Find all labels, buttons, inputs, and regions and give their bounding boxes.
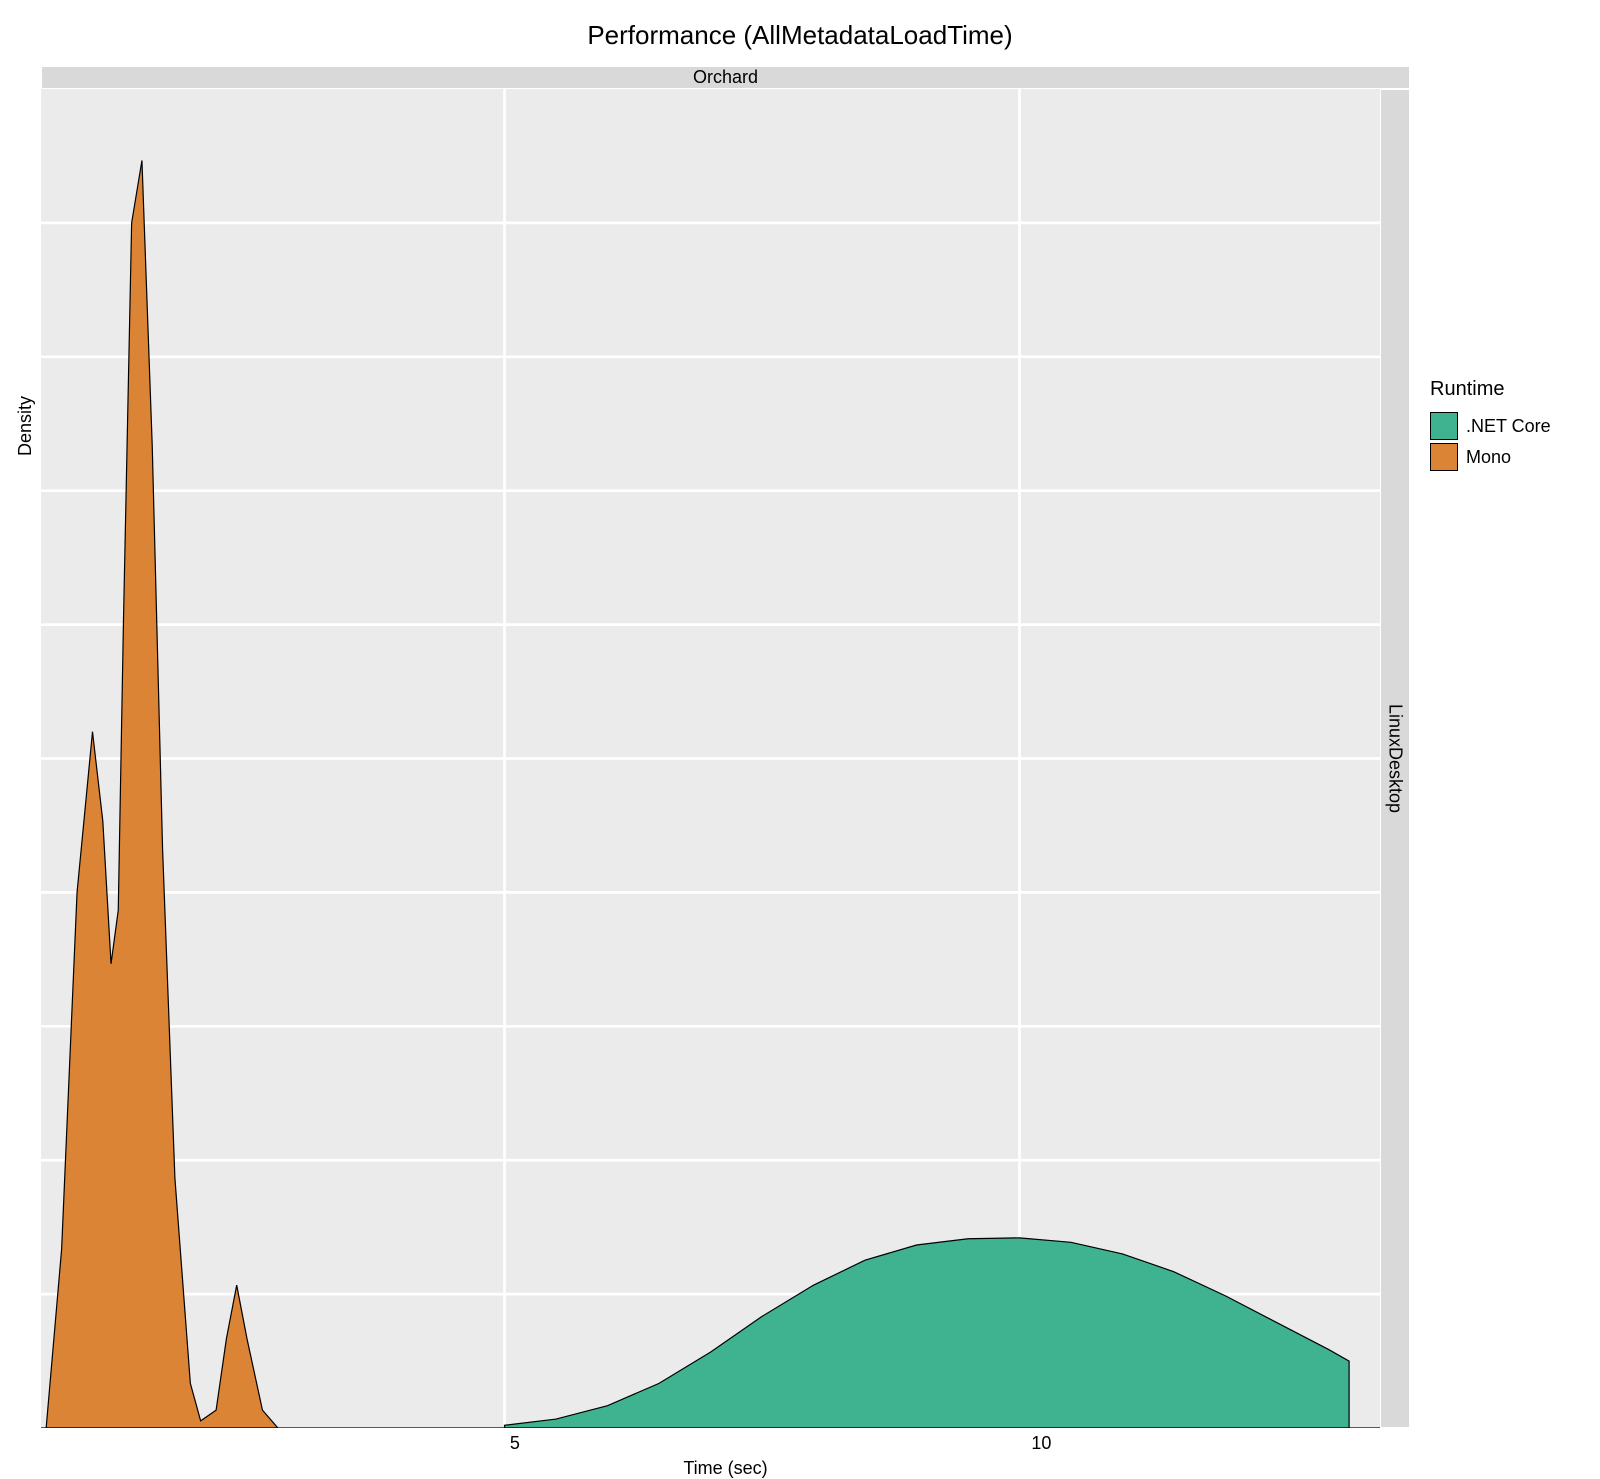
legend-items: .NET Core Mono bbox=[1430, 409, 1590, 474]
legend-title: Runtime bbox=[1430, 378, 1590, 401]
facet-row-strip: LinuxDesktop bbox=[1380, 89, 1410, 1428]
legend-item: Mono bbox=[1430, 443, 1590, 471]
density-mono bbox=[46, 160, 278, 1428]
plot-column: Orchard LinuxDesktop 510 Time (sec) bbox=[41, 66, 1410, 866]
x-tick: 5 bbox=[510, 1433, 520, 1454]
x-tick: 10 bbox=[1031, 1433, 1051, 1454]
legend-label: Mono bbox=[1466, 447, 1511, 468]
chart-container: Performance (AllMetadataLoadTime) Densit… bbox=[10, 20, 1590, 900]
legend: Runtime .NET Core Mono bbox=[1410, 66, 1590, 786]
chart-title: Performance (AllMetadataLoadTime) bbox=[10, 20, 1590, 51]
plot-row: LinuxDesktop bbox=[41, 89, 1410, 1428]
plot-svg bbox=[41, 89, 1380, 1428]
plot-area bbox=[41, 89, 1380, 1428]
y-axis-label: Density bbox=[10, 66, 41, 786]
chart-body: Density Orchard LinuxDesktop 510 Time (s… bbox=[10, 66, 1590, 866]
legend-item: .NET Core bbox=[1430, 412, 1590, 440]
x-axis-label: Time (sec) bbox=[41, 1458, 1410, 1479]
x-axis-area: 5 10 Time (sec) bbox=[41, 1428, 1410, 1479]
legend-swatch bbox=[1430, 443, 1458, 471]
density-.net-core bbox=[505, 1238, 1350, 1428]
legend-swatch bbox=[1430, 412, 1458, 440]
facet-col-strip: Orchard bbox=[41, 66, 1410, 89]
x-ticks: 5 10 bbox=[41, 1428, 1410, 1453]
legend-label: .NET Core bbox=[1466, 416, 1551, 437]
